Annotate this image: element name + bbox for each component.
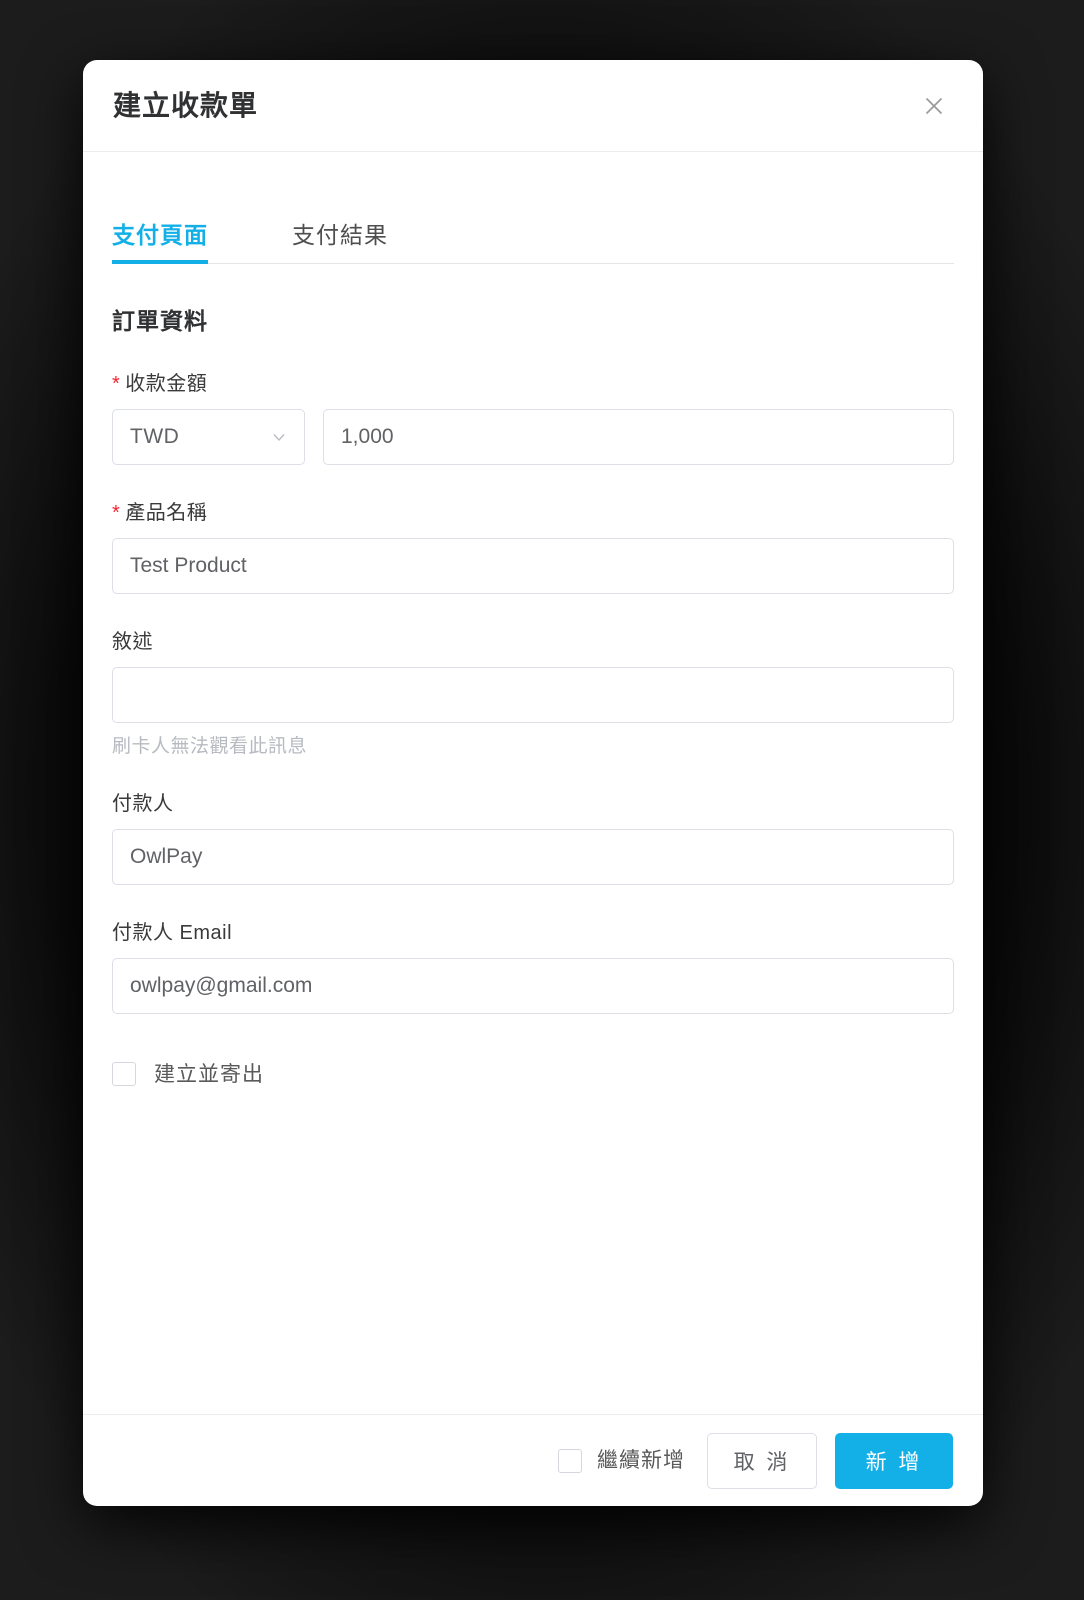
- label-description: 敘述: [112, 631, 153, 653]
- label-payer-email: 付款人 Email: [112, 922, 233, 944]
- continue-adding-label: 繼續新增: [597, 1449, 685, 1472]
- field-payer: 付款人: [112, 794, 954, 885]
- payer-email-input[interactable]: [112, 958, 954, 1014]
- dialog-footer: 繼續新增 取 消 新 增: [83, 1414, 983, 1506]
- submit-button[interactable]: 新 增: [835, 1432, 953, 1489]
- cancel-button[interactable]: 取 消: [707, 1432, 817, 1489]
- create-and-send-label: 建立並寄出: [154, 1062, 264, 1086]
- tab-payment-result[interactable]: 支付結果: [292, 224, 388, 263]
- currency-select-value: TWD: [130, 425, 180, 448]
- field-product-name: * 產品名稱: [112, 503, 954, 594]
- checkbox-box: [112, 1062, 136, 1086]
- create-and-send-checkbox[interactable]: 建立並寄出: [112, 1062, 954, 1086]
- label-payer: 付款人: [112, 793, 174, 815]
- dialog-title: 建立收款單: [113, 89, 259, 121]
- dialog-header: 建立收款單: [83, 60, 983, 152]
- description-input[interactable]: [112, 667, 954, 723]
- label-product-name-text: 產品名稱: [125, 502, 208, 524]
- amount-input[interactable]: [323, 409, 954, 465]
- close-icon[interactable]: [917, 89, 951, 123]
- section-title-order-info: 訂單資料: [112, 308, 208, 334]
- continue-adding-checkbox[interactable]: 繼續新增: [558, 1448, 685, 1473]
- field-description: 敘述 刷卡人無法觀看此訊息: [112, 632, 954, 756]
- product-name-input[interactable]: [112, 538, 954, 594]
- create-payment-order-dialog: 建立收款單 支付頁面 支付結果 訂單資料 * 收款金額 TWD 1,000 * …: [83, 60, 983, 1506]
- field-amount: * 收款金額 TWD: [112, 374, 954, 465]
- required-asterisk: *: [112, 502, 121, 524]
- tab-bar: 支付頁面 支付結果: [112, 152, 954, 264]
- field-payer-email: 付款人 Email: [112, 923, 954, 1014]
- label-product-name: * 產品名稱: [112, 503, 954, 523]
- label-amount: * 收款金額: [112, 374, 954, 394]
- currency-select[interactable]: TWD: [112, 409, 305, 465]
- checkbox-box: [558, 1448, 582, 1473]
- label-amount-text: 收款金額: [125, 373, 208, 395]
- dialog-body: 支付頁面 支付結果 訂單資料 * 收款金額 TWD 1,000 * 產品名稱 T…: [83, 152, 983, 1414]
- required-asterisk: *: [112, 373, 121, 395]
- amount-control-row: TWD: [112, 409, 954, 465]
- chevron-down-icon: [270, 428, 288, 446]
- payer-input[interactable]: [112, 829, 954, 885]
- description-helper-text: 刷卡人無法觀看此訊息: [112, 736, 308, 757]
- tab-payment-page[interactable]: 支付頁面: [112, 224, 208, 264]
